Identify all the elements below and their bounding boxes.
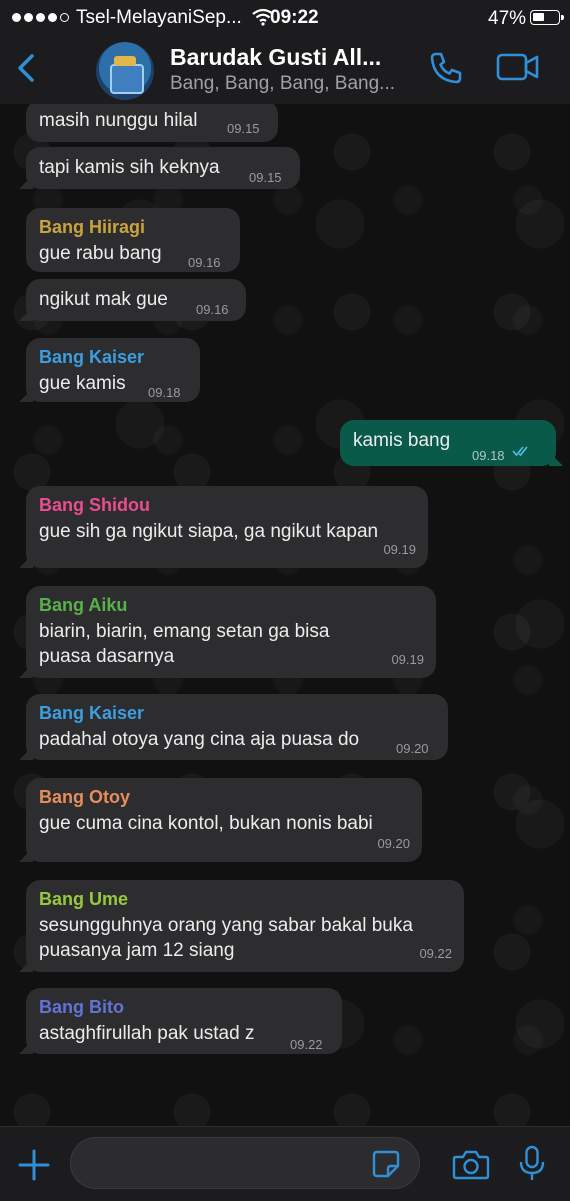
message-text: biarin, biarin, emang setan ga bisa puas… [39,621,330,667]
message-text: gue kamis [39,373,126,394]
message-bubble[interactable]: masih nunggu hilal 09.15 [26,104,278,142]
message-text: gue sih ga ngikut siapa, ga ngikut kapan [39,521,379,542]
double-check-icon [512,446,528,457]
signal-strength-icon [12,13,69,22]
message-bubble[interactable]: Bang Shidou gue sih ga ngikut siapa, ga … [26,486,428,568]
sender-name[interactable]: Bang Ume [39,888,451,910]
clock: 09:22 [270,7,319,28]
status-bar: Tsel-MelayaniSep... 09:22 47% [0,0,570,36]
sender-name[interactable]: Bang Hiiragi [39,216,227,238]
message-bubble[interactable]: tapi kamis sih keknya 09.15 [26,147,300,189]
message-time: 09.15 [227,121,260,136]
chat-members[interactable]: Bang, Bang, Bang, Bang... [170,73,395,95]
message-bubble[interactable]: ngikut mak gue 09.16 [26,279,246,321]
carrier-name: Tsel-MelayaniSep... [76,7,242,28]
chat-title[interactable]: Barudak Gusti All... [170,44,381,71]
chevron-left-icon[interactable] [12,50,42,86]
group-avatar[interactable] [96,42,154,100]
plus-icon[interactable] [16,1147,52,1183]
message-text: kamis bang [353,430,451,451]
message-time: 09.22 [290,1037,323,1052]
message-text: gue cuma cina kontol, bukan nonis babi [39,813,373,834]
message-bubble[interactable]: Bang Ume sesungguhnya orang yang sabar b… [26,880,464,972]
message-bubble[interactable]: Bang Bito astaghfirullah pak ustad z 09.… [26,988,342,1054]
message-time: 09.22 [419,946,452,961]
message-time: 09.18 [148,385,181,400]
sender-name[interactable]: Bang Aiku [39,594,423,616]
message-bubble[interactable]: Bang Kaiser padahal otoya yang cina aja … [26,694,448,760]
message-input-bar [0,1126,570,1201]
message-text: astaghfirullah pak ustad z [39,1023,255,1044]
battery-percentage: 47% [488,8,527,29]
message-list[interactable]: masih nunggu hilal 09.15 tapi kamis sih … [0,104,570,1126]
message-text: padahal otoya yang cina aja puasa do [39,729,360,750]
microphone-icon[interactable] [518,1145,546,1183]
message-bubble[interactable]: Bang Hiiragi gue rabu bang 09.16 [26,208,240,272]
message-time: 09.16 [188,255,221,270]
message-text: sesungguhnya orang yang sabar bakal buka… [39,915,413,961]
message-time: 09.20 [396,741,429,756]
sender-name[interactable]: Bang Kaiser [39,346,187,368]
sender-name[interactable]: Bang Otoy [39,786,409,808]
sender-name[interactable]: Bang Bito [39,996,329,1018]
video-camera-icon[interactable] [496,52,540,82]
battery-icon [530,10,564,25]
sender-name[interactable]: Bang Shidou [39,494,415,516]
message-bubble[interactable]: Bang Aiku biarin, biarin, emang setan ga… [26,586,436,678]
message-time: 09.15 [249,170,282,185]
sender-name[interactable]: Bang Kaiser [39,702,435,724]
chat-header: Barudak Gusti All... Bang, Bang, Bang, B… [0,36,570,105]
message-text: masih nunggu hilal [39,110,198,131]
message-time: 09.18 [472,448,505,463]
message-bubble[interactable]: Bang Otoy gue cuma cina kontol, bukan no… [26,778,422,862]
message-time: 09.19 [383,542,416,557]
sticker-icon[interactable] [371,1149,401,1179]
message-text: tapi kamis sih keknya [39,157,220,178]
outgoing-message-bubble[interactable]: kamis bang 09.18 [340,420,556,466]
message-input[interactable] [70,1137,420,1189]
message-text: ngikut mak gue [39,289,168,310]
message-time: 09.16 [196,302,229,317]
phone-icon[interactable] [428,50,464,86]
message-time: 09.20 [377,836,410,851]
message-bubble[interactable]: Bang Kaiser gue kamis 09.18 [26,338,200,402]
camera-icon[interactable] [452,1149,490,1181]
message-text: gue rabu bang [39,243,162,264]
message-time: 09.19 [391,652,424,667]
